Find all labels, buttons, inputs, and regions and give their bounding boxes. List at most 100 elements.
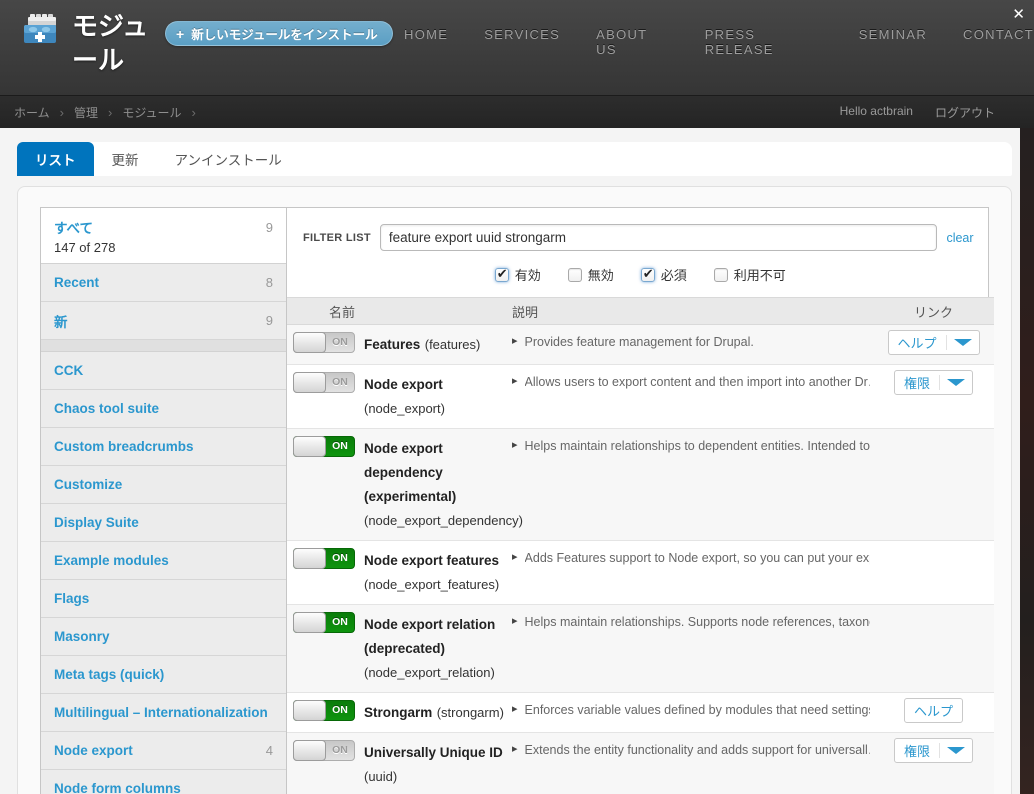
module-description: Enforces variable values defined by modu…	[525, 702, 870, 720]
sidebar-item-multilingual[interactable]: Multilingual – Internationalization	[41, 694, 286, 732]
module-row-node-export: ON Node export (node_export) ▸ Allows us…	[287, 364, 994, 428]
module-machine-name: (node_export)	[364, 401, 445, 416]
module-name: Node export relation (deprecated)	[364, 617, 495, 656]
nav-item-seminar[interactable]: SEMINAR	[859, 27, 927, 57]
checkbox-required[interactable]: 必須	[641, 265, 687, 284]
disabled-checkbox-icon[interactable]	[568, 268, 582, 282]
module-toggle[interactable]: ON	[293, 332, 355, 353]
expand-arrow-icon[interactable]: ▸	[512, 742, 518, 757]
sidebar-item-count: 8	[266, 275, 273, 290]
module-name: Universally Unique ID	[364, 745, 503, 760]
sidebar-item-new[interactable]: 新 9	[41, 302, 286, 340]
sidebar-item-custom-breadcrumbs[interactable]: Custom breadcrumbs	[41, 428, 286, 466]
nav-item-about-us[interactable]: ABOUT US	[596, 27, 669, 57]
toggle-handle	[293, 332, 326, 353]
unavailable-checkbox-icon[interactable]	[714, 268, 728, 282]
dropdown-arrow-icon[interactable]	[947, 747, 965, 754]
help-button[interactable]: ヘルプ	[888, 330, 980, 355]
permissions-button[interactable]: 権限	[894, 738, 973, 763]
checkbox-unavailable[interactable]: 利用不可	[714, 265, 786, 284]
module-name: Node export	[364, 377, 443, 392]
expand-arrow-icon[interactable]: ▸	[512, 438, 518, 453]
expand-arrow-icon[interactable]: ▸	[512, 374, 518, 389]
breadcrumb-home-link[interactable]: ホーム	[14, 104, 50, 121]
tab-list[interactable]: リスト	[17, 142, 94, 176]
module-name: Node export dependency (experimental)	[364, 441, 456, 504]
filter-input[interactable]	[380, 224, 938, 251]
nav-item-press-release[interactable]: PRESS RELEASE	[705, 27, 823, 57]
tab-bar: リスト 更新 アンインストール	[17, 142, 1012, 176]
breadcrumb-separator-icon: ›	[108, 105, 112, 120]
module-row-uuid: ON Universally Unique ID (uuid) ▸ Extend…	[287, 732, 994, 794]
module-name: Node export features	[364, 553, 499, 568]
module-toggle[interactable]: ON	[293, 740, 355, 761]
install-new-module-button[interactable]: + 新しいモジュールをインストール	[165, 21, 393, 46]
module-description: Helps maintain relationships. Supports n…	[525, 614, 870, 632]
module-machine-name: (features)	[425, 337, 481, 352]
sidebar-item-cck[interactable]: CCK	[41, 352, 286, 390]
sidebar-separator	[41, 340, 286, 352]
sidebar-item-all[interactable]: すべて 9 147 of 278	[41, 208, 286, 264]
nav-item-contact[interactable]: CONTACT	[963, 27, 1034, 57]
expand-arrow-icon[interactable]: ▸	[512, 550, 518, 565]
user-greeting: Hello actbrain	[840, 104, 913, 121]
clear-filter-link[interactable]: clear	[946, 231, 973, 245]
permissions-button[interactable]: 権限	[894, 370, 973, 395]
sidebar-item-meta-tags-quick[interactable]: Meta tags (quick)	[41, 656, 286, 694]
page-title: モジュール	[72, 10, 168, 78]
module-toggle[interactable]: ON	[293, 548, 355, 569]
sidebar-item-count: 9	[266, 313, 273, 328]
help-button[interactable]: ヘルプ	[904, 698, 963, 723]
module-description: Allows users to export content and then …	[525, 374, 870, 392]
toggle-handle	[293, 548, 326, 569]
checkbox-disabled[interactable]: 無効	[568, 265, 614, 284]
main-navigation: HOME SERVICES ABOUT US PRESS RELEASE SEM…	[404, 27, 1034, 57]
table-header-name: 名前	[287, 302, 512, 321]
modules-panel: すべて 9 147 of 278 Recent 8 新 9 CCK	[17, 186, 1012, 794]
logout-link[interactable]: ログアウト	[935, 104, 995, 121]
sidebar-item-chaos-tool-suite[interactable]: Chaos tool suite	[41, 390, 286, 428]
module-machine-name: (uuid)	[364, 769, 397, 784]
module-toggle[interactable]: ON	[293, 436, 355, 457]
sidebar-all-count: 9	[266, 220, 273, 235]
required-checkbox-icon[interactable]	[641, 268, 655, 282]
sidebar-item-node-form-columns[interactable]: Node form columns	[41, 770, 286, 794]
module-toggle[interactable]: ON	[293, 612, 355, 633]
expand-arrow-icon[interactable]: ▸	[512, 334, 518, 349]
enabled-checkbox-icon[interactable]	[495, 268, 509, 282]
sidebar-item-count: 4	[266, 743, 273, 758]
sidebar-item-customize[interactable]: Customize	[41, 466, 286, 504]
module-description: Provides feature management for Drupal.	[525, 334, 754, 352]
toggle-handle	[293, 436, 326, 457]
tab-update[interactable]: 更新	[94, 142, 157, 176]
module-toggle[interactable]: ON	[293, 700, 355, 721]
module-toggle[interactable]: ON	[293, 372, 355, 393]
nav-item-home[interactable]: HOME	[404, 27, 448, 57]
sidebar-item-flags[interactable]: Flags	[41, 580, 286, 618]
breadcrumb-admin-link[interactable]: 管理	[74, 104, 98, 121]
dropdown-arrow-icon[interactable]	[954, 339, 972, 346]
nav-item-services[interactable]: SERVICES	[484, 27, 560, 57]
sidebar-all-label: すべて	[54, 217, 93, 237]
breadcrumb-separator-icon: ›	[60, 105, 64, 120]
sidebar-item-example-modules[interactable]: Example modules	[41, 542, 286, 580]
dropdown-arrow-icon[interactable]	[947, 379, 965, 386]
sidebar-item-masonry[interactable]: Masonry	[41, 618, 286, 656]
module-name: Strongarm	[364, 705, 432, 720]
sidebar-item-display-suite[interactable]: Display Suite	[41, 504, 286, 542]
sidebar-item-node-export[interactable]: Node export 4	[41, 732, 286, 770]
module-row-features: ON Features (features) ▸ Provides featur…	[287, 325, 994, 364]
sidebar-item-recent[interactable]: Recent 8	[41, 264, 286, 302]
toggle-handle	[293, 372, 326, 393]
module-row-node-export-features: ON Node export features (node_export_fea…	[287, 540, 994, 604]
expand-arrow-icon[interactable]: ▸	[512, 702, 518, 717]
checkbox-enabled[interactable]: 有効	[495, 265, 541, 284]
breadcrumb-modules-link[interactable]: モジュール	[122, 104, 181, 121]
install-new-module-label: 新しいモジュールをインストール	[191, 24, 377, 43]
modules-main-area: FILTER LIST clear 有効 無効 必須	[287, 208, 994, 794]
plus-icon: +	[176, 26, 184, 42]
tab-uninstall[interactable]: アンインストール	[157, 142, 300, 176]
expand-arrow-icon[interactable]: ▸	[512, 614, 518, 629]
close-overlay-icon[interactable]: ✕	[1012, 5, 1025, 23]
module-row-node-export-dependency: ON Node export dependency (experimental)…	[287, 428, 994, 540]
